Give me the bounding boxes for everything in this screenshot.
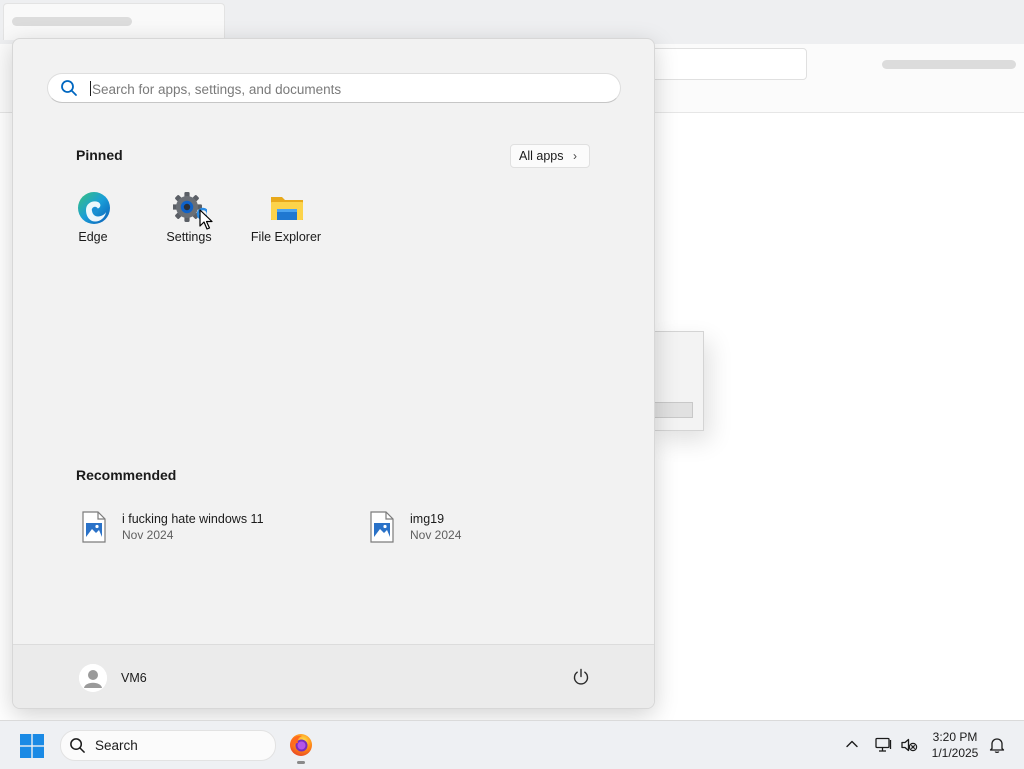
taskbar-clock[interactable]: 3:20 PM 1/1/2025 [924,729,986,761]
pinned-app-file-explorer[interactable]: File Explorer [241,189,331,249]
image-file-icon [370,511,394,543]
background-window-tab[interactable] [3,3,225,40]
chevron-right-icon: › [573,149,577,163]
start-menu: Pinned All apps › Edge [12,38,655,709]
recommended-heading: Recommended [76,467,177,483]
all-apps-label: All apps [519,149,564,163]
start-menu-footer: VM6 [13,644,654,708]
taskbar-search-label: Search [95,738,138,753]
mouse-cursor-icon [199,209,213,230]
bell-icon[interactable] [988,736,1006,754]
recommended-item-date: Nov 2024 [122,528,174,542]
background-dialog-button[interactable] [653,402,693,418]
firefox-icon[interactable] [289,733,313,757]
running-indicator [297,761,305,764]
background-window-address-field[interactable] [650,48,807,80]
recommended-item[interactable]: i fucking hate windows 11 Nov 2024 [82,509,322,549]
folder-icon [271,197,303,220]
user-account-button[interactable] [79,664,107,692]
chevron-up-icon[interactable] [844,736,860,752]
volume-muted-icon[interactable] [900,736,918,754]
recommended-item-date: Nov 2024 [410,528,462,542]
search-icon [61,80,77,96]
windows-logo-icon[interactable] [20,734,44,758]
user-name[interactable]: VM6 [121,671,147,685]
taskbar: Search 3:20 PM 1/1/2025 [0,720,1024,769]
image-file-icon [82,511,106,543]
tab-placeholder [12,17,132,26]
pinned-app-edge[interactable]: Edge [48,189,138,249]
network-icon[interactable] [874,736,892,754]
edge-icon [78,192,110,224]
background-dialog [652,331,704,431]
pinned-heading: Pinned [76,147,123,163]
search-icon [70,738,85,753]
pinned-app-label: File Explorer [250,230,322,244]
recommended-item-name: img19 [410,512,445,526]
pinned-app-settings[interactable]: Settings [144,189,234,249]
start-search-box[interactable] [47,73,621,103]
clock-date: 1/1/2025 [931,746,979,760]
background-window-placeholder [882,60,1016,69]
pinned-app-label: Settings [166,230,212,244]
recommended-item-name: i fucking hate windows 11 [122,512,264,526]
taskbar-search-box[interactable]: Search [60,730,276,761]
pinned-app-label: Edge [78,230,108,244]
clock-time: 3:20 PM [932,730,978,744]
power-icon[interactable] [571,667,591,687]
start-search-input[interactable] [90,76,594,102]
text-caret [90,81,91,96]
all-apps-button[interactable]: All apps › [510,144,590,168]
user-avatar-icon [79,664,107,692]
recommended-item[interactable]: img19 Nov 2024 [370,509,610,549]
